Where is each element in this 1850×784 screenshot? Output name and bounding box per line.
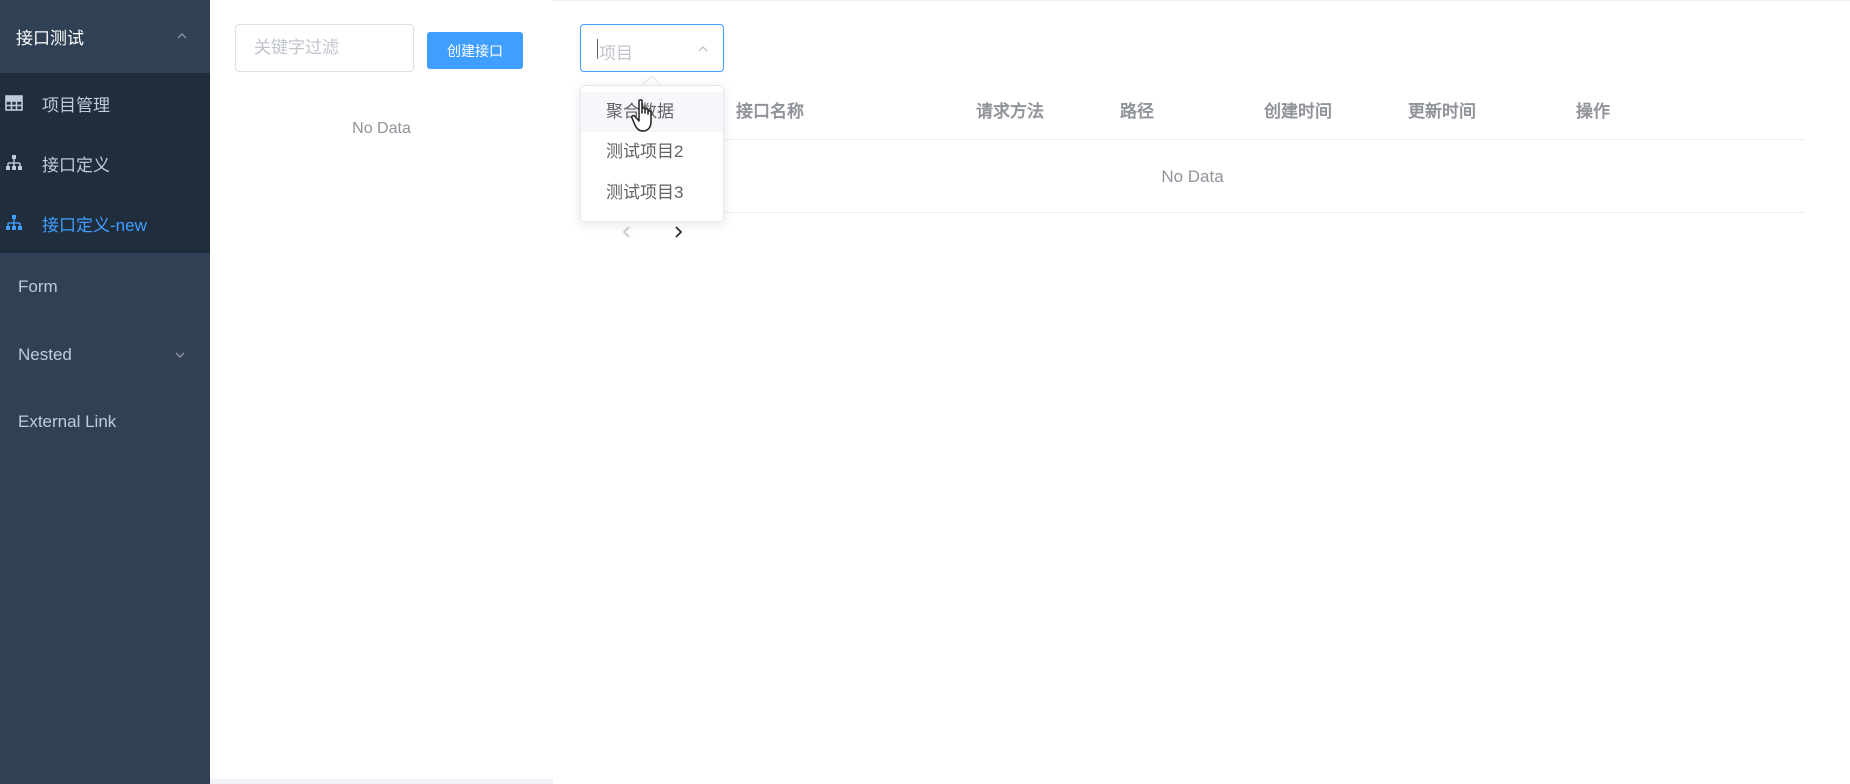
submenu-interface-test[interactable]: 接口测试: [0, 0, 210, 73]
sidebar-item-label: 项目管理: [42, 95, 110, 115]
column-header-actions[interactable]: 操作: [1576, 90, 1610, 140]
column-header-method[interactable]: 请求方法: [976, 90, 1044, 140]
sidebar: 接口测试 项目管理 接口定义 接口定义-new Form Nested Exte…: [0, 0, 210, 784]
sidebar-item-label: 接口定义: [42, 155, 110, 175]
submenu-title-label: 接口测试: [16, 29, 84, 48]
table-header: 接口名称 请求方法 路径 创建时间 更新时间 操作: [580, 90, 1805, 140]
interface-list-panel: 创建接口 No Data: [210, 0, 553, 779]
sidebar-item-interface-definition[interactable]: 接口定义: [0, 133, 210, 193]
project-select-placeholder: 项目: [599, 44, 633, 63]
keyword-filter-input[interactable]: [235, 24, 414, 72]
sidebar-item-form[interactable]: Form: [0, 257, 210, 317]
column-header-created-at[interactable]: 创建时间: [1264, 90, 1332, 140]
pagination-prev-icon[interactable]: [617, 222, 637, 242]
interface-list-empty-text: No Data: [352, 120, 411, 137]
sidebar-item-label: External Link: [18, 412, 117, 431]
table-empty-text: No Data: [1161, 167, 1224, 186]
create-interface-button[interactable]: 创建接口: [427, 32, 523, 69]
sitemap-icon: [6, 215, 22, 230]
panel-divider: [210, 779, 553, 784]
sidebar-item-label: 接口定义-new: [42, 215, 147, 235]
sidebar-item-label: Form: [18, 277, 58, 296]
sidebar-item-project-management[interactable]: 项目管理: [0, 73, 210, 133]
sidebar-item-nested[interactable]: Nested: [0, 325, 210, 385]
chevron-down-icon: [175, 352, 185, 358]
chevron-up-icon: [177, 33, 187, 39]
hand-cursor-icon: [631, 99, 652, 132]
table-empty-row: No Data: [580, 141, 1805, 213]
text-cursor: [597, 39, 598, 59]
project-option[interactable]: 测试项目2: [581, 132, 723, 172]
project-select[interactable]: 项目: [580, 24, 724, 72]
chevron-up-icon: [698, 46, 708, 52]
column-header-path[interactable]: 路径: [1120, 90, 1154, 140]
table-icon: [5, 95, 23, 111]
column-header-updated-at[interactable]: 更新时间: [1408, 90, 1476, 140]
submenu-body: 项目管理 接口定义 接口定义-new: [0, 73, 210, 253]
column-header-interface-name[interactable]: 接口名称: [736, 90, 804, 140]
sitemap-icon: [6, 155, 22, 170]
sidebar-item-label: Nested: [18, 345, 72, 364]
project-option[interactable]: 测试项目3: [581, 173, 723, 213]
sidebar-item-external-link[interactable]: External Link: [0, 392, 210, 452]
sidebar-item-interface-definition-new[interactable]: 接口定义-new: [0, 193, 210, 253]
pagination-next-icon[interactable]: [668, 222, 688, 242]
